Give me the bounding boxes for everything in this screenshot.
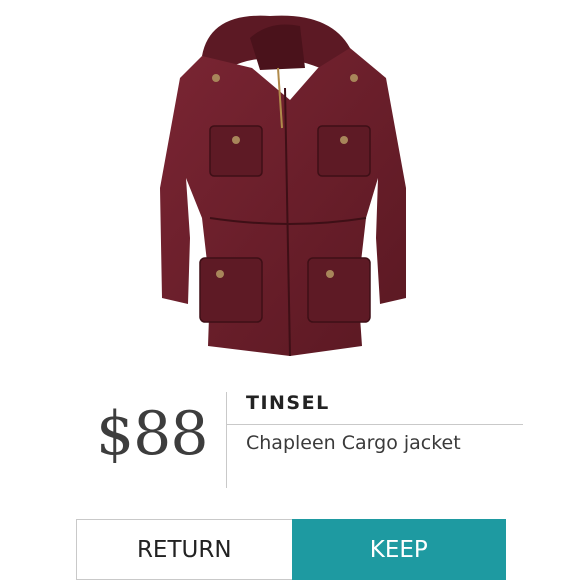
product-name: Chapleen Cargo jacket [246, 432, 461, 454]
price: $88 [96, 399, 209, 469]
keep-button[interactable]: KEEP [291, 519, 506, 580]
action-bar: RETURN KEEP [76, 519, 506, 580]
jacket-icon [160, 15, 406, 357]
vertical-divider [226, 392, 227, 488]
brand-name: TINSEL [246, 392, 330, 414]
return-button[interactable]: RETURN [76, 519, 292, 580]
product-image [140, 8, 440, 368]
horizontal-divider [227, 424, 523, 425]
